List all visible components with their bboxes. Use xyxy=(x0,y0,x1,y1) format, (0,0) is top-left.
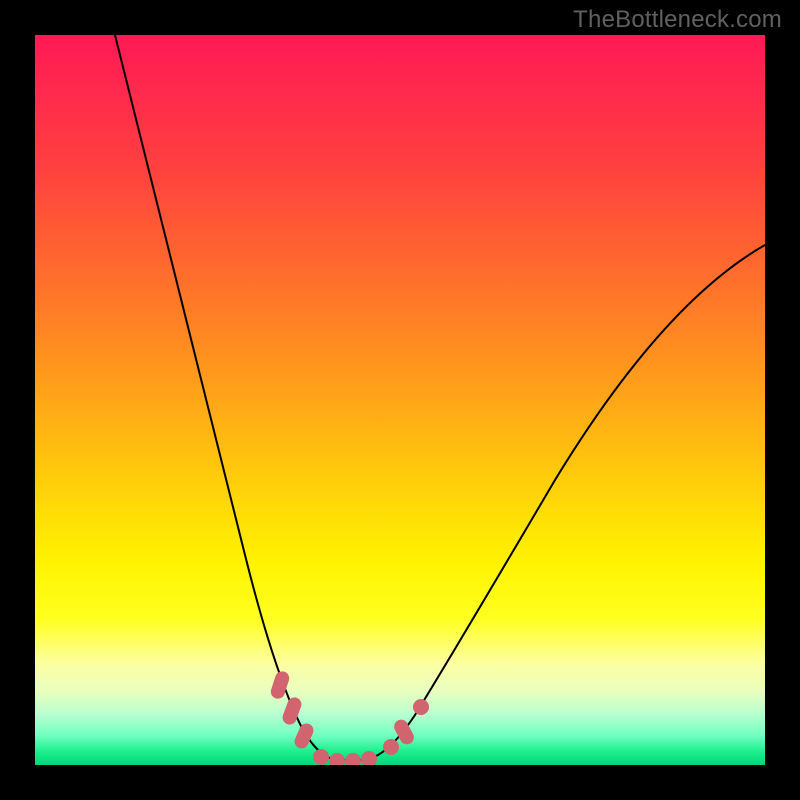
chart-frame: TheBottleneck.com xyxy=(0,0,800,800)
optimal-markers xyxy=(269,670,429,765)
bottleneck-curve xyxy=(115,35,765,760)
chart-svg xyxy=(35,35,765,765)
plot-area xyxy=(35,35,765,765)
attribution-text: TheBottleneck.com xyxy=(573,6,782,34)
